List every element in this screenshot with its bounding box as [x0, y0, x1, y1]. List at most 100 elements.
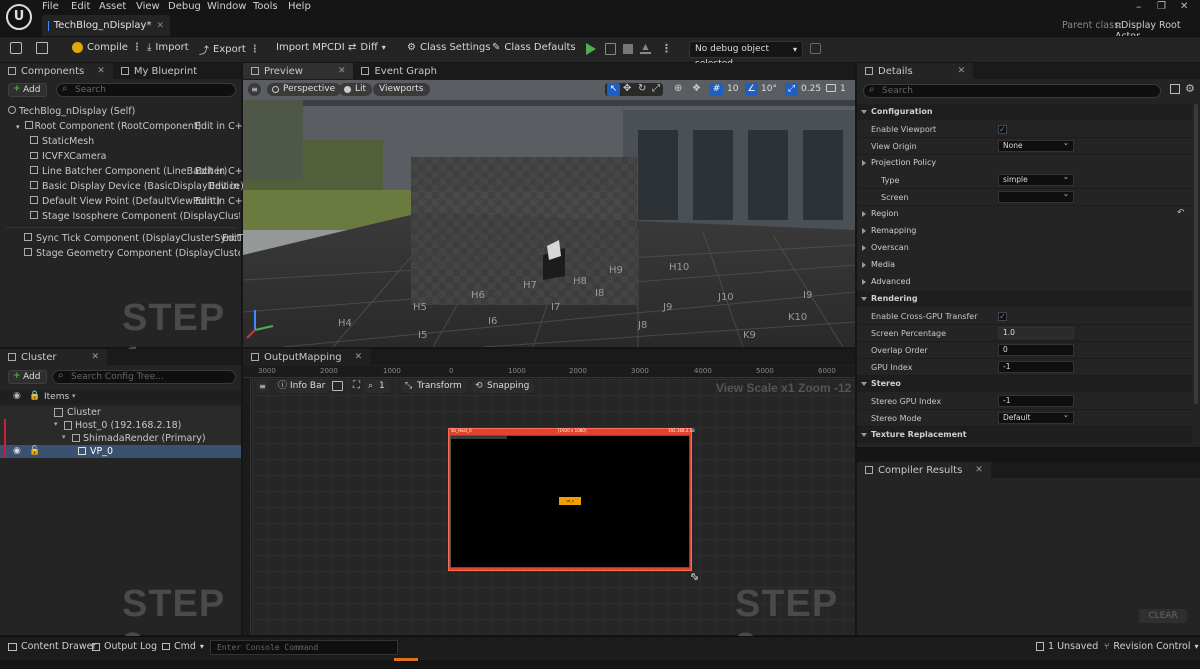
viewports-button[interactable]: Viewports	[373, 83, 430, 96]
rotation-snap-value[interactable]: 10°	[761, 84, 777, 94]
close-icon[interactable]: ✕	[355, 352, 363, 362]
close-icon[interactable]: ✕	[975, 465, 983, 475]
tree-item-root[interactable]: ▾ Root Component (RootComponent)	[16, 121, 201, 132]
section-stereo[interactable]: Stereo	[857, 376, 1192, 392]
menu-edit[interactable]: Edit	[71, 1, 90, 12]
document-tab[interactable]: TechBlog_nDisplay* ✕	[42, 15, 170, 36]
enable-viewport-checkbox[interactable]: ✓	[998, 125, 1007, 134]
output-menu-button[interactable]: ≡	[256, 380, 269, 393]
tab-my-blueprint[interactable]: My Blueprint	[113, 63, 205, 79]
tree-item-icvfxcamera[interactable]: ICVFXCamera	[30, 151, 107, 162]
tab-components[interactable]: Components ✕	[0, 63, 113, 79]
rotation-snap-icon[interactable]: ∠	[745, 83, 758, 96]
compile-button[interactable]: Compile ⋮	[72, 42, 142, 53]
import-mpcdi-button[interactable]: Import MPCDI	[276, 42, 345, 53]
edit-in-cpp-link[interactable]: Edit	[222, 233, 240, 244]
view-options-icon[interactable]	[332, 381, 343, 391]
class-settings-button[interactable]: ⚙ Class Settings	[407, 42, 490, 53]
screen-percentage-input[interactable]: 1.0	[998, 327, 1074, 339]
world-local-icon[interactable]: ⊕	[674, 83, 682, 94]
tab-event-graph[interactable]: Event Graph	[353, 63, 445, 79]
tab-compiler-results[interactable]: Compiler Results ✕	[857, 462, 991, 478]
debug-object-select[interactable]: No debug object selected ▾	[689, 41, 803, 69]
close-icon[interactable]: ✕	[156, 21, 164, 31]
cross-gpu-checkbox[interactable]: ✓	[998, 312, 1007, 321]
stereo-mode-select[interactable]: Default	[998, 410, 1074, 424]
section-projection-policy[interactable]: Projection Policy	[857, 155, 1192, 171]
overlap-order-input[interactable]: 0	[998, 344, 1074, 356]
close-icon[interactable]: ✕	[97, 66, 105, 76]
view-origin-select[interactable]: None	[998, 138, 1074, 152]
viewport-rect-vp0[interactable]: VP_0	[559, 497, 581, 505]
tree-row[interactable]: ▾ Host_0 (192.168.2.18)	[0, 419, 241, 432]
menu-tools[interactable]: Tools	[253, 1, 278, 12]
perspective-button[interactable]: Perspective	[267, 83, 342, 96]
cmd-select[interactable]: Cmd ▾	[162, 641, 204, 652]
tree-item-stagegeometry[interactable]: Stage Geometry Component (DisplayCluster…	[24, 248, 240, 259]
eject-icon[interactable]: ▲	[640, 43, 651, 54]
move-tool-icon[interactable]: ✥	[623, 83, 631, 94]
type-select[interactable]: simple	[998, 172, 1074, 186]
info-bar-toggle[interactable]: ⓘ Info Bar	[274, 380, 332, 393]
camera-speed-value[interactable]: 1	[840, 84, 846, 94]
section-overscan[interactable]: Overscan	[857, 240, 1192, 256]
select-tool-icon[interactable]: ↖	[607, 83, 620, 96]
close-icon[interactable]: ✕	[92, 352, 100, 362]
gpu-index-input[interactable]: -1	[998, 361, 1074, 373]
save-icon[interactable]	[10, 42, 22, 54]
menu-asset[interactable]: Asset	[99, 1, 126, 12]
revision-control-button[interactable]: ⑂ Revision Control ▾	[1104, 641, 1198, 652]
minimize-icon[interactable]: –	[1136, 0, 1142, 13]
rotate-tool-icon[interactable]: ↻	[638, 83, 646, 94]
surface-snap-icon[interactable]: ❖	[692, 83, 701, 94]
camera-speed-icon[interactable]	[826, 84, 836, 92]
compile-options-icon[interactable]: ⋮	[132, 42, 142, 53]
import-button[interactable]: ⤓ Import	[147, 42, 189, 53]
config-tree-search-input[interactable]: Search Config Tree...	[52, 370, 236, 384]
section-media[interactable]: Media	[857, 257, 1192, 273]
table-view-icon[interactable]	[1170, 84, 1180, 94]
tab-details[interactable]: Details ✕	[857, 63, 974, 79]
console-command-input[interactable]: Enter Console Command	[210, 640, 398, 655]
content-drawer-button[interactable]: Content Drawer	[8, 641, 96, 652]
stereo-gpu-index-input[interactable]: -1	[998, 395, 1074, 407]
export-button[interactable]: ⤴ Export ⋮	[199, 42, 260, 57]
export-options-icon[interactable]: ⋮	[250, 44, 260, 55]
gear-icon[interactable]: ⚙	[1185, 82, 1195, 95]
stop-icon[interactable]	[623, 44, 633, 54]
restore-icon[interactable]: ❐	[1157, 1, 1166, 12]
menu-help[interactable]: Help	[288, 1, 311, 12]
menu-window[interactable]: Window	[207, 1, 246, 12]
diff-button[interactable]: ⇄ Diff ▾	[348, 42, 386, 53]
lock-icon[interactable]: 🔓	[29, 446, 40, 456]
tab-preview[interactable]: Preview ✕	[243, 63, 354, 79]
scale-tool-icon[interactable]: ⤢	[652, 83, 660, 94]
clear-button[interactable]: CLEAR	[1139, 609, 1187, 623]
section-region[interactable]: Region	[857, 206, 1192, 222]
close-window-icon[interactable]: ✕	[1180, 1, 1188, 12]
zoom-control[interactable]: ⌕ 1	[365, 380, 391, 393]
play-icon[interactable]	[586, 43, 596, 55]
tab-cluster[interactable]: Cluster ✕	[0, 349, 108, 365]
level-viewport[interactable]: H5 H6 H7 H8 H9 H10 H4 I5 I6 I7 I8 J8 J9 …	[243, 80, 855, 347]
step-icon[interactable]	[605, 43, 616, 55]
add-component-button[interactable]: Add	[8, 83, 48, 97]
section-rendering[interactable]: Rendering	[857, 291, 1192, 307]
eye-icon[interactable]: ◉	[13, 446, 21, 456]
lit-button[interactable]: Lit	[339, 83, 373, 96]
details-scrollbar[interactable]	[1194, 104, 1198, 404]
unsaved-button[interactable]: 1 Unsaved	[1036, 641, 1098, 652]
section-advanced[interactable]: Advanced	[857, 274, 1192, 290]
section-texture-replacement[interactable]: Texture Replacement	[857, 427, 1192, 443]
transform-button[interactable]: ⤡ Transform	[401, 380, 468, 393]
viewport-menu-button[interactable]: ≡	[248, 83, 261, 96]
reset-icon[interactable]: ↶	[1177, 208, 1185, 218]
lock-icon[interactable]: 🔒	[29, 391, 40, 401]
scale-snap-value[interactable]: 0.25	[801, 84, 821, 94]
fit-view-icon[interactable]: ⛶	[353, 380, 360, 391]
edit-in-cpp-link[interactable]: Edit in C	[209, 181, 239, 192]
unreal-logo-icon[interactable]: U	[6, 4, 32, 30]
menu-view[interactable]: View	[136, 1, 160, 12]
close-icon[interactable]: ✕	[958, 66, 966, 76]
close-icon[interactable]: ✕	[338, 66, 346, 76]
